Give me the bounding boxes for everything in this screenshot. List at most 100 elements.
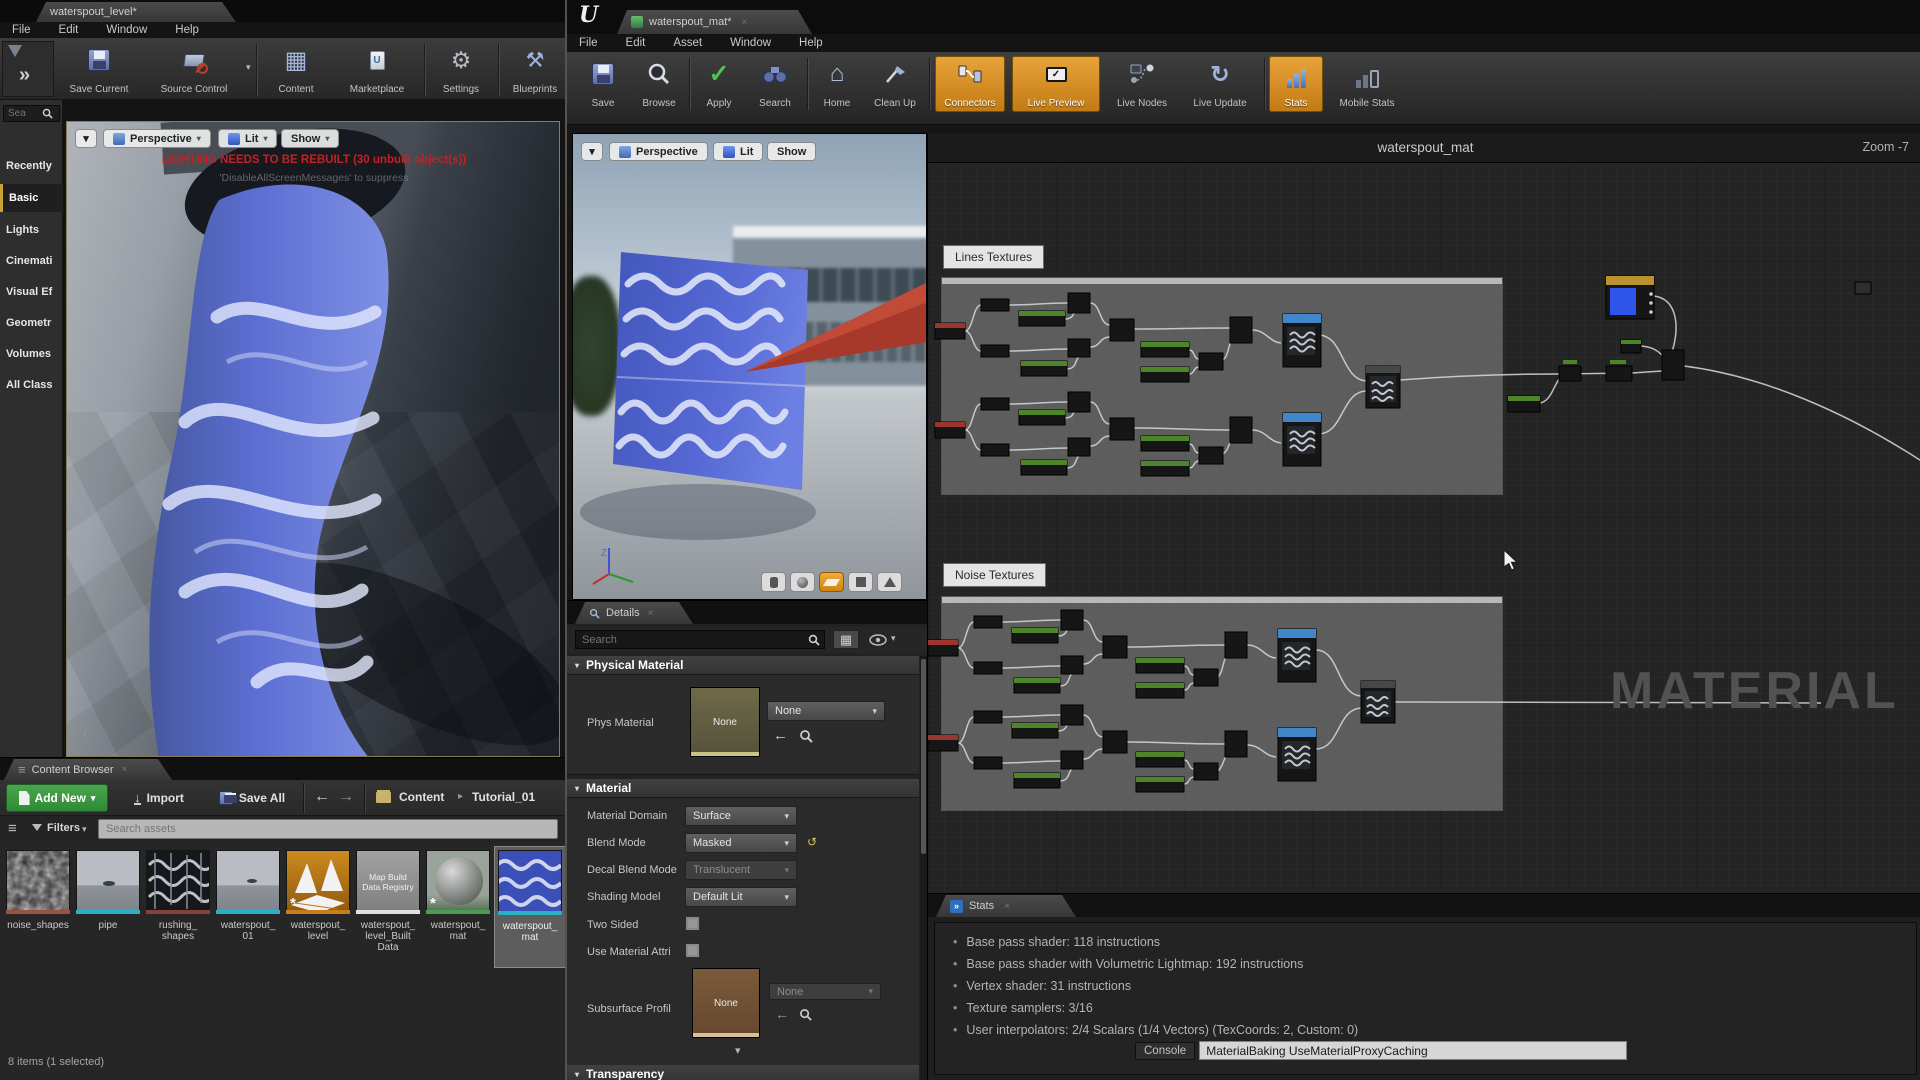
filters-caret-icon[interactable]: ▾: [82, 824, 87, 835]
menu-edit[interactable]: Edit: [626, 37, 646, 49]
waterspout-mesh[interactable]: [67, 122, 560, 757]
save-button[interactable]: Save: [577, 56, 629, 112]
graph-panel[interactable]: waterspout_mat Zoom -7 Lines Textures No…: [927, 133, 1920, 893]
asset-search-input[interactable]: [98, 819, 558, 839]
lerp-node[interactable]: [1662, 350, 1684, 380]
anchor-icon[interactable]: [8, 45, 22, 57]
live-update-button[interactable]: ↻ Live Update: [1182, 56, 1258, 112]
reset-to-default-icon[interactable]: ↺: [807, 835, 817, 849]
decal-blend-mode-dropdown[interactable]: Translucent▾: [685, 860, 797, 880]
modes-item-recently[interactable]: Recently: [0, 152, 63, 180]
scrollbar-thumb[interactable]: [921, 659, 926, 854]
filters-button[interactable]: Filters: [47, 822, 80, 834]
settings-button[interactable]: ⚙ Settings: [428, 42, 494, 98]
shape-plane-button[interactable]: [819, 572, 844, 592]
expander-caret-icon[interactable]: ▾: [735, 1044, 741, 1057]
blueprints-button[interactable]: ⚒ Blueprints: [502, 42, 568, 98]
details-scrollbar[interactable]: [920, 656, 927, 1080]
viewport-show-button[interactable]: Show▾: [281, 129, 339, 148]
expand-chevron[interactable]: »: [19, 64, 30, 87]
blend-mode-dropdown[interactable]: Masked▾: [685, 833, 797, 853]
close-icon[interactable]: ×: [648, 608, 654, 619]
shape-mesh-button[interactable]: [877, 572, 902, 592]
level-window-tab[interactable]: waterspout_level*: [36, 2, 236, 22]
console-input[interactable]: [1199, 1041, 1627, 1060]
asset-tile-selected[interactable]: waterspout_ mat: [494, 846, 566, 968]
menu-window[interactable]: Window: [106, 24, 147, 36]
material-node-graph[interactable]: [928, 163, 1920, 893]
modes-item-geometry[interactable]: Geometr: [0, 309, 63, 337]
use-material-attributes-checkbox[interactable]: [685, 943, 700, 958]
material-window-tab[interactable]: waterspout_mat* ×: [617, 10, 812, 34]
graph-node[interactable]: [1855, 282, 1871, 294]
material-preview-viewport[interactable]: Z ▾ Perspective Lit Show: [572, 133, 927, 600]
two-sided-checkbox[interactable]: [685, 916, 700, 931]
preview-lit-button[interactable]: Lit: [713, 142, 763, 161]
content-browser-tab[interactable]: ≡ Content Browser ×: [4, 759, 172, 780]
subsurface-profile-dropdown[interactable]: None▾: [769, 983, 881, 1000]
modes-item-visual-effects[interactable]: Visual Ef: [0, 278, 63, 306]
modes-item-volumes[interactable]: Volumes: [0, 340, 63, 368]
apply-button[interactable]: ✓ Apply: [693, 56, 745, 112]
info-icon[interactable]: i: [77, 727, 92, 742]
browse-button[interactable]: Browse: [631, 56, 687, 112]
viewport-lit-button[interactable]: Lit▾: [218, 129, 277, 148]
use-selected-arrow-icon[interactable]: ←: [773, 727, 788, 744]
modes-item-lights[interactable]: Lights: [0, 216, 63, 244]
modes-item-basic[interactable]: Basic: [0, 184, 63, 212]
shape-sphere-button[interactable]: [790, 572, 815, 592]
add-new-button[interactable]: Add New ▾: [6, 784, 108, 812]
source-control-caret-icon[interactable]: ▾: [246, 62, 251, 73]
graph-node[interactable]: [1559, 360, 1581, 381]
shape-cube-button[interactable]: [848, 572, 873, 592]
browse-to-asset-icon[interactable]: [799, 729, 813, 743]
menu-help[interactable]: Help: [799, 37, 823, 49]
modes-item-cinematic[interactable]: Cinemati: [0, 247, 63, 275]
menu-help[interactable]: Help: [175, 24, 199, 36]
shading-model-dropdown[interactable]: Default Lit▾: [685, 887, 797, 907]
scalar-parameter-node[interactable]: [1508, 396, 1540, 412]
close-icon[interactable]: ×: [122, 764, 128, 775]
stats-button[interactable]: Stats: [1269, 56, 1323, 112]
section-physical-material[interactable]: ▾Physical Material: [567, 656, 919, 675]
browse-to-asset-icon[interactable]: [799, 1008, 812, 1021]
save-all-button[interactable]: Save All: [206, 784, 298, 812]
breadcrumb-root[interactable]: Content: [399, 790, 444, 804]
modes-search[interactable]: [3, 105, 60, 122]
graph-node[interactable]: [1606, 360, 1632, 381]
viewport-options-button[interactable]: ▾: [75, 129, 97, 148]
clean-up-button[interactable]: Clean Up: [865, 56, 925, 112]
details-tab[interactable]: Details ×: [575, 602, 693, 624]
preview-show-button[interactable]: Show: [767, 142, 816, 161]
menu-asset[interactable]: Asset: [673, 37, 702, 49]
search-button[interactable]: Search: [747, 56, 803, 112]
sources-panel-icon[interactable]: ≡: [8, 820, 17, 837]
menu-file[interactable]: File: [12, 24, 31, 36]
section-material[interactable]: ▾Material: [567, 779, 919, 798]
mobile-stats-button[interactable]: Mobile Stats: [1327, 56, 1407, 112]
subsurface-profile-thumbnail[interactable]: None: [692, 968, 760, 1038]
viewport-perspective-button[interactable]: Perspective▾: [103, 129, 211, 148]
live-nodes-button[interactable]: Live Nodes: [1107, 56, 1177, 112]
shape-cylinder-button[interactable]: [761, 572, 786, 592]
live-preview-button[interactable]: ✓ Live Preview: [1012, 56, 1100, 112]
phys-material-dropdown[interactable]: None▾: [767, 701, 885, 721]
vector-parameter-node[interactable]: [1606, 276, 1654, 319]
modes-item-all-classes[interactable]: All Class: [0, 371, 63, 399]
preview-options-button[interactable]: ▾: [581, 142, 603, 161]
content-button[interactable]: ▦ Content: [262, 42, 330, 98]
modes-search-input[interactable]: [4, 108, 42, 119]
grid-view-icon[interactable]: ▦: [833, 630, 859, 649]
menu-window[interactable]: Window: [730, 37, 771, 49]
marketplace-button[interactable]: U Marketplace: [334, 42, 420, 98]
eye-caret-icon[interactable]: ▾: [891, 633, 896, 644]
save-current-button[interactable]: Save Current: [58, 42, 140, 98]
section-transparency[interactable]: ▾Transparency: [567, 1065, 919, 1080]
forward-arrow-icon[interactable]: →: [338, 788, 354, 806]
close-icon[interactable]: ×: [1004, 901, 1010, 912]
preview-perspective-button[interactable]: Perspective: [609, 142, 708, 161]
menu-edit[interactable]: Edit: [59, 24, 79, 36]
close-icon[interactable]: ×: [742, 17, 748, 28]
details-search-input[interactable]: [576, 634, 808, 646]
home-button[interactable]: ⌂ Home: [811, 56, 863, 112]
